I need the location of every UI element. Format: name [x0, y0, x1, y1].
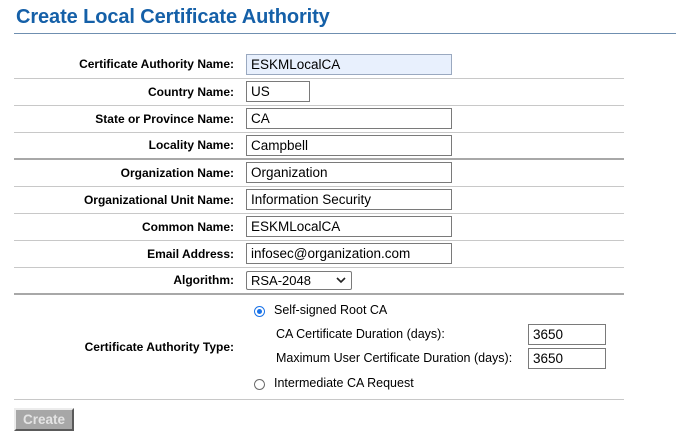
state-input[interactable]: [246, 108, 452, 129]
intermediate-label: Intermediate CA Request: [274, 376, 414, 390]
country-input[interactable]: [246, 81, 310, 102]
organization-input[interactable]: [246, 162, 452, 184]
org-unit-input[interactable]: [246, 189, 452, 210]
form-row-organization: Organization Name:: [14, 159, 624, 187]
form-row-org-unit: Organizational Unit Name:: [14, 186, 624, 214]
common-name-input[interactable]: [246, 216, 452, 237]
locality-label: Locality Name:: [14, 132, 246, 160]
ca-form: Certificate Authority Name: Country Name…: [14, 51, 624, 400]
user-duration-label: Maximum User Certificate Duration (days)…: [276, 351, 513, 365]
locality-input[interactable]: [246, 134, 452, 156]
self-signed-radio[interactable]: [254, 306, 265, 317]
ca-duration-label: CA Certificate Duration (days):: [276, 327, 445, 341]
form-row-algorithm: Algorithm: RSA-2048: [14, 267, 624, 295]
algorithm-label: Algorithm:: [14, 267, 246, 295]
form-row-email: Email Address:: [14, 240, 624, 268]
form-row-country: Country Name:: [14, 78, 624, 106]
org-unit-label: Organizational Unit Name:: [14, 186, 246, 214]
create-local-ca-page: Create Local Certificate Authority Certi…: [0, 0, 676, 442]
form-row-ca-name: Certificate Authority Name:: [14, 51, 624, 79]
ca-duration-input[interactable]: [528, 324, 606, 345]
algorithm-selected-value: RSA-2048: [251, 272, 311, 288]
email-input[interactable]: [246, 243, 452, 264]
user-duration-input[interactable]: [528, 348, 606, 369]
intermediate-radio[interactable]: [254, 379, 265, 390]
algorithm-select[interactable]: RSA-2048: [246, 270, 352, 290]
ca-name-input[interactable]: [246, 53, 452, 75]
state-label: State or Province Name:: [14, 105, 246, 133]
common-name-label: Common Name:: [14, 213, 246, 241]
chevron-down-icon: [335, 274, 347, 286]
title-divider: [14, 33, 676, 34]
page-title: Create Local Certificate Authority: [16, 6, 330, 28]
form-row-locality: Locality Name:: [14, 132, 624, 160]
organization-label: Organization Name:: [14, 159, 246, 187]
form-row-ca-type: Certificate Authority Type: Self-signed …: [14, 294, 624, 400]
form-row-state: State or Province Name:: [14, 105, 624, 133]
ca-type-label: Certificate Authority Type:: [14, 294, 246, 400]
self-signed-label: Self-signed Root CA: [274, 303, 388, 317]
email-label: Email Address:: [14, 240, 246, 268]
form-row-common-name: Common Name:: [14, 213, 624, 241]
country-label: Country Name:: [14, 78, 246, 106]
ca-type-options: Self-signed Root CA CA Certificate Durat…: [246, 295, 624, 399]
create-button[interactable]: Create: [14, 408, 74, 431]
ca-name-label: Certificate Authority Name:: [14, 51, 246, 79]
